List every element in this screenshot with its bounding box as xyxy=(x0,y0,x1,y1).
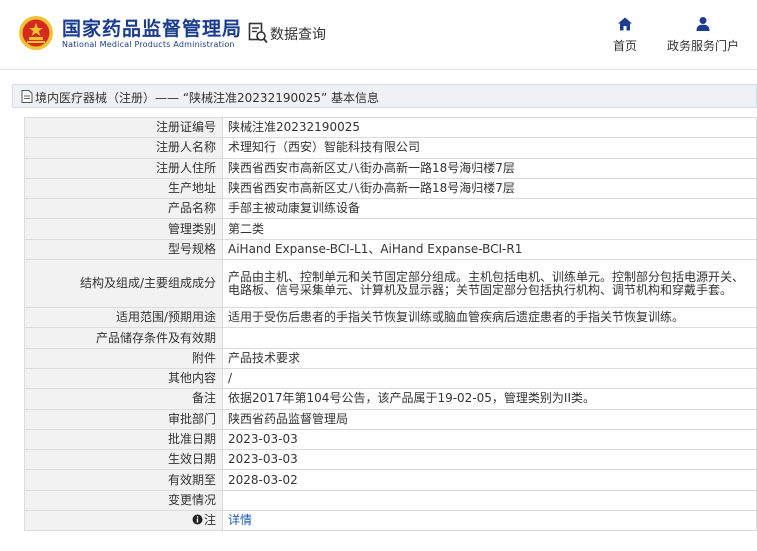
table-row: 注册人住所 陕西省西安市高新区丈八街办高新一路18号海归楼7层 xyxy=(24,157,757,179)
table-row: 注册证编号 陕械注准20232190025 xyxy=(24,116,757,139)
note-label: 注 xyxy=(203,513,216,528)
data-query-icon[interactable] xyxy=(248,22,268,44)
breadcrumb-text: 境内医疗器械（注册）—— “陕械注准20232190025” 基本信息 xyxy=(35,91,380,105)
table-row: 产品名称 手部主被动康复训练设备 xyxy=(24,198,757,220)
table-row: 结构及组成/主要组成成分 产品由主机、控制单元和关节固定部分组成。主机包括电机、训… xyxy=(24,259,757,309)
field-value: 2028-03-02 xyxy=(222,469,757,491)
field-value: 陕械注准20232190025 xyxy=(222,116,757,139)
table-row: 有效期至 2028-03-02 xyxy=(24,469,757,491)
field-label: 管理类别 xyxy=(24,218,223,240)
field-label: 产品名称 xyxy=(24,198,223,220)
table-row: 批准日期 2023-03-03 xyxy=(24,428,757,451)
table-row: 其他内容 / xyxy=(24,367,757,390)
field-value: 第二类 xyxy=(222,218,757,240)
field-label: 注册证编号 xyxy=(24,116,223,139)
table-row: 生产地址 陕西省西安市高新区丈八街办高新一路18号海归楼7层 xyxy=(24,177,757,200)
field-value: 陕西省西安市高新区丈八街办高新一路18号海归楼7层 xyxy=(222,177,757,200)
document-icon xyxy=(21,90,33,103)
table-row: 生效日期 2023-03-03 xyxy=(24,449,757,471)
field-label: 其他内容 xyxy=(24,367,223,390)
table-row: 注 详情 xyxy=(24,510,757,532)
field-label-note: 注 xyxy=(24,510,223,532)
home-icon xyxy=(618,17,632,31)
field-label: 生效日期 xyxy=(24,449,223,471)
field-value: 手部主被动康复训练设备 xyxy=(222,198,757,220)
nav-service-portal-label: 政务服务门户 xyxy=(666,39,739,53)
field-label: 审批部门 xyxy=(24,408,223,430)
info-icon xyxy=(192,514,203,525)
nav-home[interactable]: 首页 xyxy=(607,16,643,54)
field-value: 陕西省药品监督管理局 xyxy=(222,408,757,430)
table-row: 型号规格 AiHand Expanse-BCI-L1、AiHand Expanse… xyxy=(24,238,757,261)
field-label: 变更情况 xyxy=(24,489,223,512)
field-value: 陕西省西安市高新区丈八街办高新一路18号海归楼7层 xyxy=(222,157,757,179)
field-value xyxy=(222,489,757,512)
data-query-link[interactable]: 数据查询 xyxy=(270,24,326,44)
field-value: AiHand Expanse-BCI-L1、AiHand Expanse-BCI… xyxy=(222,238,757,261)
nav-service-portal[interactable]: 政务服务门户 xyxy=(660,16,746,54)
field-value: 依据2017年第104号公告，该产品属于19-02-05，管理类别为II类。 xyxy=(222,388,757,410)
table-row: 备注 依据2017年第104号公告，该产品属于19-02-05，管理类别为II类。 xyxy=(24,388,757,410)
field-value: 术理知行（西安）智能科技有限公司 xyxy=(222,137,757,159)
field-value: 2023-03-03 xyxy=(222,449,757,471)
user-icon xyxy=(696,17,710,31)
table-row: 附件 产品技术要求 xyxy=(24,347,757,369)
table-row: 审批部门 陕西省药品监督管理局 xyxy=(24,408,757,430)
field-value: 2023-03-03 xyxy=(222,428,757,451)
table-row: 变更情况 xyxy=(24,489,757,512)
field-label: 生产地址 xyxy=(24,177,223,200)
nav-home-label: 首页 xyxy=(612,39,637,53)
field-label: 产品储存条件及有效期 xyxy=(24,327,223,349)
national-emblem-icon xyxy=(19,16,53,50)
field-value: 产品由主机、控制单元和关节固定部分组成。主机包括电机、训练单元。控制部分包括电源… xyxy=(222,259,757,309)
field-label: 注册人住所 xyxy=(24,157,223,179)
field-label: 适用范围/预期用途 xyxy=(24,307,223,329)
table-row: 注册人名称 术理知行（西安）智能科技有限公司 xyxy=(24,137,757,159)
table-row: 适用范围/预期用途 适用于受伤后患者的手指关节恢复训练或脑血管疾病后遗症患者的手指… xyxy=(24,307,757,329)
field-value: 产品技术要求 xyxy=(222,347,757,369)
field-value xyxy=(222,327,757,349)
field-label: 有效期至 xyxy=(24,469,223,491)
device-info-table: 注册证编号 陕械注准20232190025 注册人名称 术理知行（西安）智能科技有限… xyxy=(24,116,757,532)
field-label: 批准日期 xyxy=(24,428,223,451)
site-title-cn[interactable]: 国家药品监督管理局 xyxy=(62,14,242,41)
field-label: 附件 xyxy=(24,347,223,369)
breadcrumb: 境内医疗器械（注册）—— “陕械注准20232190025” 基本信息 xyxy=(12,84,757,108)
field-label: 型号规格 xyxy=(24,238,223,261)
table-row: 管理类别 第二类 xyxy=(24,218,757,240)
field-label: 备注 xyxy=(24,388,223,410)
field-value: 适用于受伤后患者的手指关节恢复训练或脑血管疾病后遗症患者的手指关节恢复训练。 xyxy=(222,307,757,329)
table-row: 产品储存条件及有效期 xyxy=(24,327,757,349)
field-label: 注册人名称 xyxy=(24,137,223,159)
site-title-en: National Medical Products Administration xyxy=(62,40,235,49)
field-value: 详情 xyxy=(222,510,757,532)
details-link[interactable]: 详情 xyxy=(228,513,252,527)
site-header: 国家药品监督管理局 National Medical Products Admi… xyxy=(0,0,757,70)
field-label: 结构及组成/主要组成成分 xyxy=(24,259,223,309)
field-value: / xyxy=(222,367,757,390)
